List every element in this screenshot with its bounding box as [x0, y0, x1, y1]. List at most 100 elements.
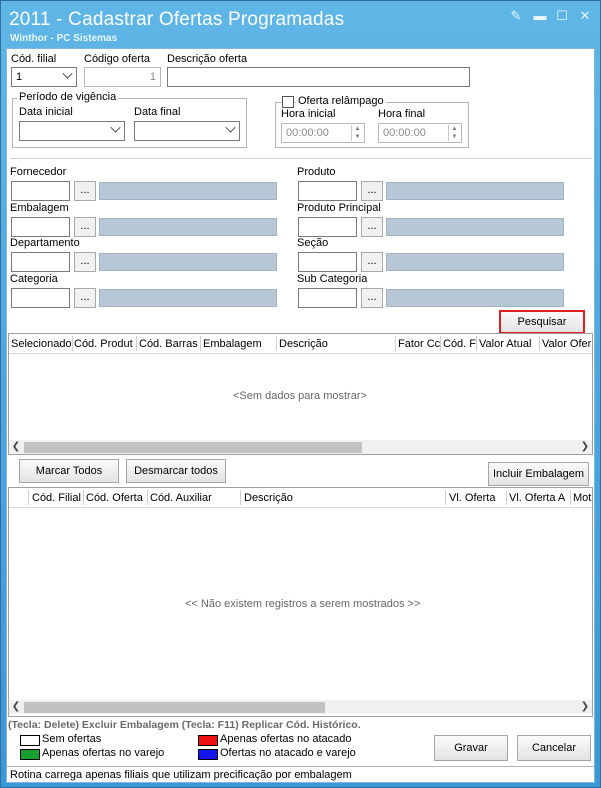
- col-embalagem[interactable]: Embalagem: [203, 338, 273, 350]
- scroll-left-icon[interactable]: ❮: [10, 440, 22, 454]
- column-divider: [200, 336, 201, 351]
- col-motivo[interactable]: Motiv: [573, 492, 592, 504]
- column-divider: [72, 336, 73, 351]
- col-vl-oferta-atacado[interactable]: Vl. Oferta A: [509, 492, 569, 504]
- col-cod-oferta[interactable]: Cód. Oferta: [86, 492, 148, 504]
- departamento-lookup-button[interactable]: ...: [74, 252, 96, 272]
- descricao-input[interactable]: [167, 67, 470, 87]
- maximize-icon[interactable]: ☐: [553, 8, 571, 24]
- secao-lookup-button[interactable]: ...: [361, 252, 383, 272]
- fornecedor-lookup-button[interactable]: ...: [74, 181, 96, 201]
- fornecedor-description: [99, 182, 277, 200]
- minimize-icon[interactable]: ▬: [531, 8, 549, 24]
- column-divider: [83, 490, 84, 505]
- column-divider: [147, 490, 148, 505]
- legend-swatch-atacado: [198, 735, 218, 746]
- form-client-area: Cód. filial 1 Código oferta 1 Descrição …: [6, 48, 595, 783]
- categoria-code-input[interactable]: [11, 288, 70, 308]
- sub-categoria-code-input[interactable]: [298, 288, 357, 308]
- column-divider: [395, 336, 396, 351]
- legend-sem-ofertas: Sem ofertas: [42, 733, 102, 745]
- periodo-groupbox: Período de vigência Data inicial Data fi…: [12, 91, 247, 148]
- ofertas-horizontal-scrollbar[interactable]: ❮ ❯: [9, 700, 592, 714]
- col-cod-filial[interactable]: Cód. Filial: [32, 492, 84, 504]
- ofertas-grid-header: Cód. Filial Cód. Oferta Cód. Auxiliar De…: [9, 488, 592, 508]
- scroll-thumb[interactable]: [24, 702, 325, 713]
- col-valor-oferta[interactable]: Valor Ofer: [542, 338, 592, 350]
- cancelar-button[interactable]: Cancelar: [517, 735, 591, 761]
- ofertas-grid[interactable]: Cód. Filial Cód. Oferta Cód. Auxiliar De…: [8, 487, 593, 717]
- scroll-right-icon[interactable]: ❯: [579, 440, 591, 454]
- column-divider: [136, 336, 137, 351]
- hora-inicial-spinner: ▲ ▼: [351, 125, 363, 141]
- col-cod-barras[interactable]: Cód. Barras: [139, 338, 199, 350]
- relampago-label: Oferta relâmpago: [296, 95, 386, 107]
- marcar-todos-button[interactable]: Marcar Todos: [19, 459, 119, 483]
- scroll-left-icon[interactable]: ❮: [10, 700, 22, 714]
- produto-lookup-button[interactable]: ...: [361, 181, 383, 201]
- pesquisar-button[interactable]: Pesquisar: [499, 310, 585, 334]
- chevron-down-icon: [110, 122, 121, 133]
- data-final-label: Data final: [134, 106, 181, 118]
- categoria-description: [99, 289, 277, 307]
- edit-icon[interactable]: ✎: [507, 8, 525, 24]
- col-valor-atual[interactable]: Valor Atual: [479, 338, 539, 350]
- data-final-picker[interactable]: [134, 121, 240, 141]
- categoria-lookup-button[interactable]: ...: [74, 288, 96, 308]
- col-vl-oferta[interactable]: Vl. Oferta: [449, 492, 506, 504]
- sub-categoria-lookup-button[interactable]: ...: [361, 288, 383, 308]
- hora-inicial-label: Hora inicial: [281, 108, 336, 120]
- departamento-label: Departamento: [10, 237, 80, 249]
- departamento-description: [99, 253, 277, 271]
- gravar-button[interactable]: Gravar: [434, 735, 508, 761]
- codigo-oferta-value: 1: [149, 71, 156, 83]
- column-divider: [445, 490, 446, 505]
- scroll-thumb[interactable]: [24, 442, 362, 453]
- title-bar[interactable]: 2011 - Cadastrar Ofertas Programadas Win…: [1, 1, 600, 47]
- col-selecionado[interactable]: Selecionado: [11, 338, 71, 350]
- desmarcar-todos-button[interactable]: Desmarcar todos: [126, 459, 226, 483]
- secao-label: Seção: [297, 237, 329, 249]
- col-cod-produto[interactable]: Cód. Produt: [74, 338, 134, 350]
- categoria-label: Categoria: [10, 273, 58, 285]
- col-fator[interactable]: Fator Cc: [398, 338, 440, 350]
- data-inicial-picker[interactable]: [19, 121, 125, 141]
- produto-principal-lookup-button[interactable]: ...: [361, 217, 383, 237]
- filial-select[interactable]: 1: [11, 67, 77, 87]
- fornecedor-code-input[interactable]: [11, 181, 70, 201]
- codigo-oferta-field: 1: [84, 67, 161, 87]
- secao-code-input[interactable]: [298, 252, 357, 272]
- embalagem-code-input[interactable]: [11, 217, 70, 237]
- keyboard-hint: (Tecla: Delete) Excluir Embalagem (Tecla…: [8, 719, 361, 731]
- column-divider: [506, 490, 507, 505]
- close-icon[interactable]: ✕: [576, 8, 594, 24]
- column-divider: [440, 336, 441, 351]
- col-cod-f[interactable]: Cód. F: [443, 338, 477, 350]
- chevron-down-icon: [225, 122, 236, 133]
- produto-code-input[interactable]: [298, 181, 357, 201]
- window-subtitle: Winthor - PC Sistemas: [10, 33, 118, 44]
- legend-swatch-atacado-varejo: [198, 749, 218, 760]
- scroll-right-icon[interactable]: ❯: [579, 700, 591, 714]
- legend-swatch-varejo: [20, 749, 40, 760]
- status-bar: Rotina carrega apenas filiais que utiliz…: [7, 766, 594, 783]
- descricao-label: Descrição oferta: [167, 53, 248, 65]
- embalagem-lookup-button[interactable]: ...: [74, 217, 96, 237]
- periodo-title: Período de vigência: [17, 91, 119, 103]
- col-descricao[interactable]: Descrição: [279, 338, 389, 350]
- relampago-checkbox[interactable]: [282, 96, 294, 108]
- sub-categoria-description: [386, 289, 564, 307]
- produtos-horizontal-scrollbar[interactable]: ❮ ❯: [9, 440, 592, 454]
- hora-inicial-value: 00:00:00: [286, 127, 329, 139]
- departamento-code-input[interactable]: [11, 252, 70, 272]
- grid-empty-message: << Não existem registros a serem mostrad…: [185, 598, 421, 610]
- fornecedor-label: Fornecedor: [10, 166, 67, 178]
- column-divider: [240, 490, 241, 505]
- produto-principal-code-input[interactable]: [298, 217, 357, 237]
- col-cod-auxiliar[interactable]: Cód. Auxiliar: [150, 492, 240, 504]
- produtos-grid[interactable]: Selecionado Cód. Produt Cód. Barras Emba…: [8, 333, 593, 455]
- col-descricao-oferta[interactable]: Descrição: [244, 492, 444, 504]
- incluir-embalagem-button[interactable]: Incluir Embalagem: [488, 462, 589, 486]
- hora-final-spinner: ▲ ▼: [448, 125, 460, 141]
- hora-final-label: Hora final: [378, 108, 426, 120]
